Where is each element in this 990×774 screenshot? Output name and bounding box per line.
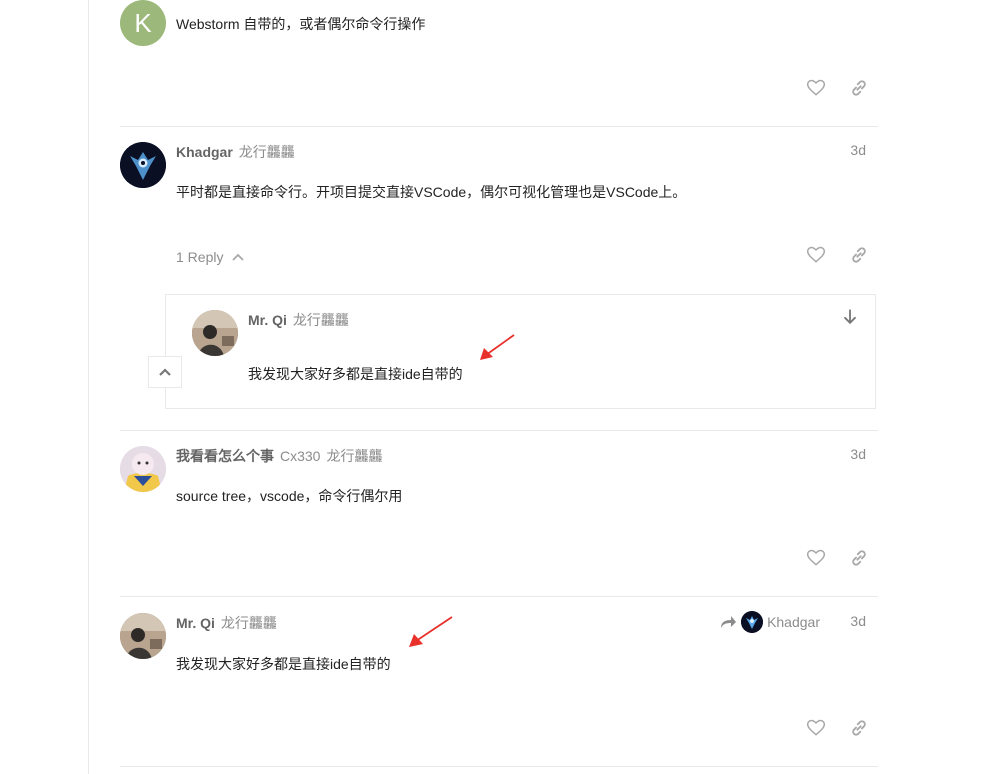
avatar[interactable] (120, 142, 166, 188)
heart-icon (806, 246, 826, 263)
collapse-replies-button[interactable] (148, 356, 182, 388)
timeline-rule (88, 0, 89, 774)
heart-icon (806, 79, 826, 96)
user-photo-icon (120, 613, 166, 659)
post-divider (120, 596, 878, 597)
link-icon (852, 720, 866, 736)
annotation-arrow-icon (480, 334, 515, 360)
reply-author[interactable]: Mr. Qi 龙行龘龘 (248, 310, 349, 330)
post-author[interactable]: 我看看怎么个事 Cx330 龙行龘龘 (176, 446, 382, 466)
avatar[interactable]: K (120, 0, 166, 46)
post-date[interactable]: 3d (850, 446, 866, 462)
avatar[interactable] (120, 613, 166, 659)
replies-count: 1 Reply (176, 249, 224, 265)
post-3: 我看看怎么个事 Cx330 龙行龘龘 3d source tree，vscode，命… (120, 446, 878, 596)
chevron-up-icon (159, 368, 171, 376)
arrow-down-icon (844, 309, 856, 325)
username[interactable]: Mr. Qi (248, 312, 287, 328)
like-button[interactable] (804, 716, 828, 740)
post-body: Webstorm 自带的，或者偶尔命令行操作 (176, 16, 426, 32)
user-photo-icon (192, 310, 238, 356)
share-link-button[interactable] (847, 546, 871, 570)
khadgar-emblem-icon (120, 142, 166, 188)
user-title: 龙行龘龘 (292, 312, 349, 328)
user-title: 龙行龘龘 (238, 144, 295, 160)
post-date[interactable]: 3d (850, 613, 866, 629)
share-link-button[interactable] (847, 716, 871, 740)
post-divider (120, 126, 878, 127)
share-link-button[interactable] (847, 243, 871, 267)
heart-icon (806, 549, 826, 566)
link-icon (852, 247, 866, 263)
replies-toggle[interactable]: 1 Reply (176, 249, 245, 265)
heart-icon (806, 719, 826, 736)
avatar[interactable] (120, 446, 166, 492)
post-body: 平时都是直接命令行。开项目提交直接VSCode，偶尔可视化管理也是VSCode上… (176, 184, 687, 200)
share-arrow-icon (721, 616, 737, 628)
user-title: 龙行龘龘 (220, 615, 277, 631)
link-icon (852, 550, 866, 566)
topic-page: K Webstorm 自带的，或者偶尔命令行操作 Khadgar 龙行龘龘 3d … (0, 0, 990, 774)
post-divider (120, 766, 878, 767)
post-author[interactable]: Khadgar 龙行龘龘 (176, 142, 295, 162)
embedded-reply: Mr. Qi 龙行龘龘 我发现大家好多都是直接ide自带的 (165, 294, 876, 409)
post-author[interactable]: Mr. Qi 龙行龘龘 (176, 613, 277, 633)
post-body: 我发现大家好多都是直接ide自带的 (176, 656, 391, 672)
user-title: 龙行龘龘 (326, 448, 383, 464)
post-4: Mr. Qi 龙行龘龘 Khadgar 3d 我发现大家好多都是直接ide自带的 (120, 611, 878, 763)
link-icon (852, 80, 866, 96)
username[interactable]: Mr. Qi (176, 615, 215, 631)
cartoon-avatar-icon (120, 446, 166, 492)
post-divider (120, 430, 878, 431)
share-link-button[interactable] (847, 76, 871, 100)
like-button[interactable] (804, 546, 828, 570)
reply-body: 我发现大家好多都是直接ide自带的 (248, 366, 463, 382)
post-date[interactable]: 3d (850, 142, 866, 158)
reply-to-indicator[interactable]: Khadgar (719, 611, 820, 633)
post-1: K Webstorm 自带的，或者偶尔命令行操作 (120, 0, 878, 126)
post-body: source tree，vscode，命令行偶尔用 (176, 488, 403, 504)
user-handle[interactable]: Cx330 (280, 448, 320, 464)
avatar[interactable] (192, 310, 238, 356)
khadgar-emblem-icon (741, 611, 764, 633)
like-button[interactable] (804, 243, 828, 267)
post-2: Khadgar 龙行龘龘 3d 平时都是直接命令行。开项目提交直接VSCode，偶… (120, 142, 878, 292)
like-button[interactable] (804, 76, 828, 100)
jump-to-post-button[interactable] (838, 305, 862, 329)
annotation-arrow-icon (409, 616, 453, 647)
reply-to-avatar (741, 611, 764, 633)
username[interactable]: 我看看怎么个事 (176, 448, 274, 464)
reply-to-username: Khadgar (767, 614, 820, 630)
chevron-up-icon (232, 253, 244, 261)
username[interactable]: Khadgar (176, 144, 233, 160)
